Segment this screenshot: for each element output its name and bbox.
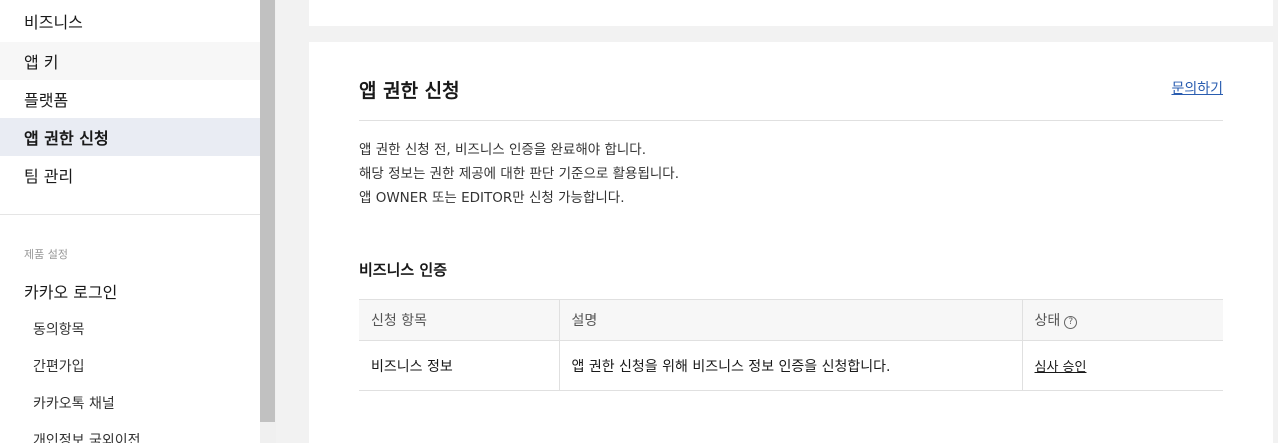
cell-item: 비즈니스 정보	[359, 340, 559, 391]
sidebar-scrollbar-thumb[interactable]	[260, 0, 275, 422]
product-nav: 카카오 로그인 동의항목 간편가입 카카오톡 채널 개인정보 국외이전	[0, 272, 260, 443]
table-row: 비즈니스 정보 앱 권한 신청을 위해 비즈니스 정보 인증을 신청합니다. 심…	[359, 340, 1223, 391]
sidebar-section-label: 제품 설정	[24, 248, 68, 261]
column-header-description: 설명	[558, 299, 1022, 341]
section-title: 비즈니스 인증	[359, 261, 448, 279]
sidebar-subitem-consent[interactable]: 동의항목	[0, 310, 260, 347]
sidebar-item-business[interactable]: 비즈니스	[0, 0, 260, 42]
permission-panel: 앱 권한 신청 문의하기 앱 권한 신청 전, 비즈니스 인증을 완료해야 합니…	[309, 42, 1273, 443]
help-icon[interactable]: ?	[1064, 316, 1078, 329]
notice-line: 앱 권한 신청 전, 비즈니스 인증을 완료해야 합니다.	[359, 142, 647, 158]
sidebar-subitem-kakaotalk-channel[interactable]: 카카오톡 채널	[0, 384, 260, 421]
notice-line: 해당 정보는 권한 제공에 대한 판단 기준으로 활용됩니다.	[359, 166, 679, 182]
table-header-row: 신청 항목 설명 상태?	[359, 299, 1223, 341]
sidebar-item-app-permission[interactable]: 앱 권한 신청	[0, 118, 260, 156]
sidebar-divider	[0, 214, 260, 215]
title-divider	[359, 120, 1223, 121]
sidebar-subitem-overseas-transfer[interactable]: 개인정보 국외이전	[0, 421, 260, 443]
request-table: 신청 항목 설명 상태? 비즈니스 정보 앱 권한 신청을 위해 비즈니스 정보…	[359, 299, 1223, 391]
previous-panel	[309, 0, 1273, 26]
cell-status: 심사 승인	[1021, 340, 1223, 391]
sidebar-subitem-simple-signup[interactable]: 간편가입	[0, 347, 260, 384]
sidebar-item-team[interactable]: 팀 관리	[0, 156, 260, 194]
cell-description: 앱 권한 신청을 위해 비즈니스 정보 인증을 신청합니다.	[558, 340, 1022, 391]
notice-line: 앱 OWNER 또는 EDITOR만 신청 가능합니다.	[359, 190, 625, 206]
sidebar-item-platform[interactable]: 플랫폼	[0, 80, 260, 118]
sidebar: 비즈니스 앱 키 플랫폼 앱 권한 신청 팀 관리 제품 설정 카카오 로그인 …	[0, 0, 260, 443]
notice-text: 앱 권한 신청 전, 비즈니스 인증을 완료해야 합니다. 해당 정보는 권한 …	[359, 138, 679, 210]
page-title: 앱 권한 신청	[359, 80, 460, 102]
sidebar-item-kakao-login[interactable]: 카카오 로그인	[0, 272, 260, 310]
column-header-item: 신청 항목	[359, 299, 559, 341]
inquiry-link[interactable]: 문의하기	[1171, 78, 1223, 98]
column-header-status: 상태?	[1021, 299, 1223, 341]
column-header-status-label: 상태	[1034, 313, 1061, 329]
sidebar-item-app-keys[interactable]: 앱 키	[0, 42, 260, 80]
status-link[interactable]: 심사 승인	[1035, 360, 1087, 375]
